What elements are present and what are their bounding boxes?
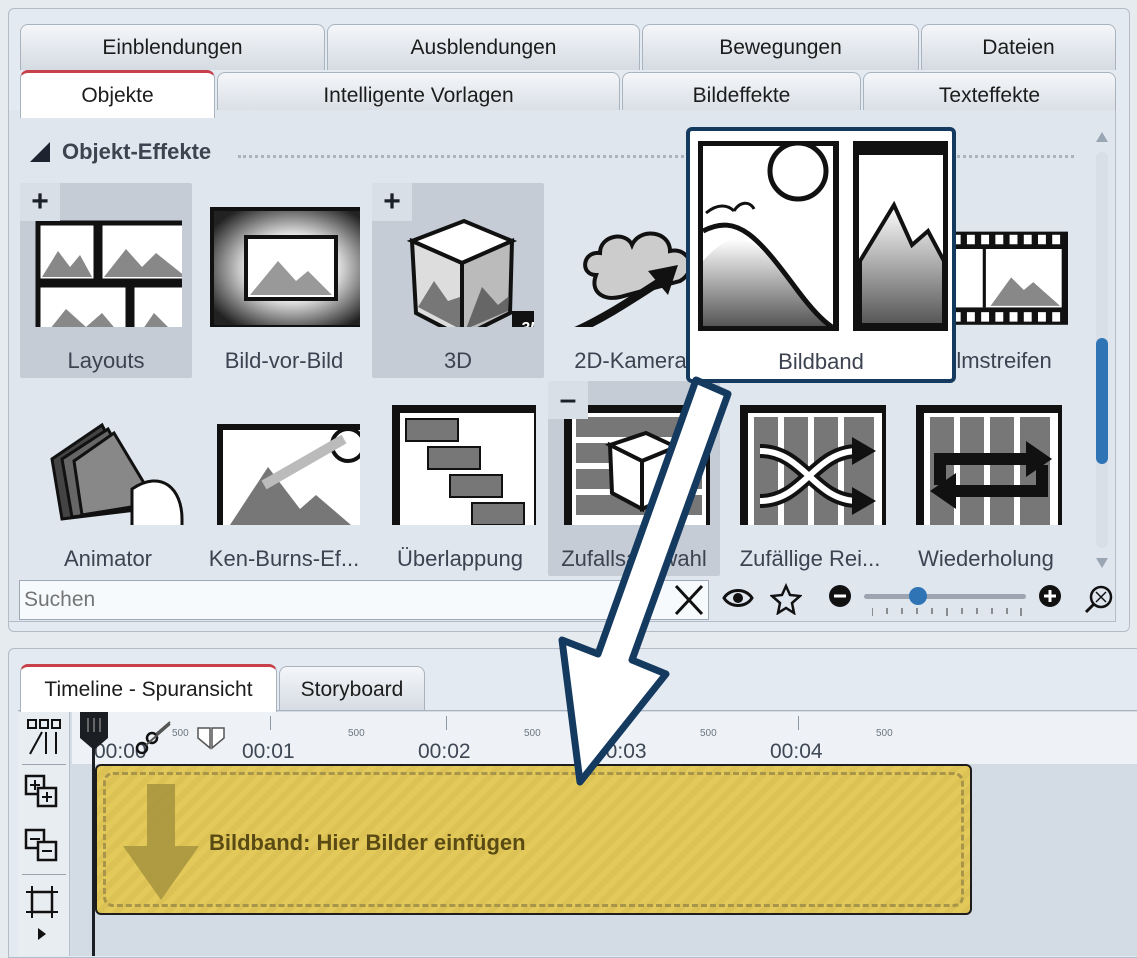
ruler-sub-label: 500 bbox=[524, 728, 541, 739]
tools-divider bbox=[22, 764, 66, 765]
tile-label: Layouts bbox=[67, 348, 145, 373]
ruler-sub-label: 500 bbox=[172, 728, 189, 739]
time-label: 00:04 bbox=[770, 740, 823, 763]
snap-grid-icon[interactable] bbox=[26, 718, 62, 756]
bildband-icon bbox=[698, 141, 948, 331]
tile-ken-burns[interactable]: Ken-Burns-Ef... bbox=[198, 381, 370, 576]
section-title: Objekt-Effekte bbox=[62, 139, 212, 164]
fit-timeline-icon[interactable] bbox=[24, 884, 60, 920]
tile-3d[interactable]: 3D + 3D bbox=[372, 183, 544, 378]
tab-objekte[interactable]: Objekte bbox=[20, 70, 215, 118]
ruler-tick bbox=[798, 716, 799, 730]
clip-label: Bildband: Hier Bilder einfügen bbox=[209, 830, 526, 855]
add-track-icon[interactable] bbox=[24, 774, 60, 810]
zoom-slider-track[interactable] bbox=[864, 594, 1026, 599]
tab-dateien[interactable]: Dateien bbox=[921, 24, 1116, 70]
favorite-star-icon[interactable] bbox=[770, 583, 802, 615]
tile-animator[interactable]: Animator bbox=[22, 381, 194, 576]
effects-scrollbar[interactable] bbox=[1094, 128, 1110, 568]
marker-icon[interactable] bbox=[196, 726, 226, 750]
ruler-tick bbox=[446, 716, 447, 730]
ken-burns-icon bbox=[217, 424, 360, 525]
time-label: 00:01 bbox=[242, 740, 295, 763]
track-tools bbox=[18, 712, 70, 956]
tile-label: Animator bbox=[63, 546, 153, 571]
time-label: 00:02 bbox=[418, 740, 471, 763]
remove-track-icon[interactable] bbox=[24, 828, 60, 864]
flipbook-icon bbox=[50, 422, 184, 525]
section-header[interactable]: Objekt-Effekte bbox=[30, 137, 211, 167]
tile-ueberlappung[interactable]: Überlappung bbox=[374, 381, 546, 576]
ruler-sub-label: 500 bbox=[876, 728, 893, 739]
zoom-slider-ticks bbox=[872, 608, 1022, 616]
tab-einblendungen[interactable]: Einblendungen bbox=[20, 24, 325, 70]
tile-label: Wiederholung bbox=[918, 546, 1054, 571]
ruler-tick bbox=[270, 716, 271, 730]
tab-ausblendungen[interactable]: Ausblendungen bbox=[327, 24, 640, 70]
tile-wiederholung[interactable]: Wiederholung bbox=[900, 381, 1072, 576]
shuffle-icon bbox=[740, 405, 886, 525]
tab-bewegungen[interactable]: Bewegungen bbox=[642, 24, 919, 70]
expand-plus-icon[interactable]: + bbox=[20, 183, 60, 221]
tile-label: 3D bbox=[443, 348, 473, 373]
tools-divider bbox=[22, 874, 66, 875]
overlap-icon bbox=[392, 405, 536, 525]
zoom-in-icon[interactable] bbox=[1038, 584, 1062, 608]
tile-label: Bild-vor-Bild bbox=[224, 348, 344, 373]
tab-timeline-spuransicht[interactable]: Timeline - Spuransicht bbox=[20, 664, 277, 712]
expand-arrow-icon[interactable] bbox=[38, 928, 46, 940]
tab-storyboard[interactable]: Storyboard bbox=[279, 666, 425, 712]
ruler-sub-label: 500 bbox=[348, 728, 365, 739]
scroll-thumb[interactable] bbox=[1096, 338, 1108, 464]
playhead-handle[interactable] bbox=[78, 712, 110, 752]
zoom-slider-knob[interactable] bbox=[909, 587, 927, 605]
zoom-out-icon[interactable] bbox=[828, 584, 852, 608]
scissors-icon[interactable] bbox=[134, 720, 172, 756]
repeat-icon bbox=[916, 405, 1062, 525]
scroll-down-icon[interactable] bbox=[1096, 558, 1108, 568]
filmstrip-icon bbox=[948, 231, 1068, 325]
zoom-fit-icon[interactable] bbox=[1084, 584, 1114, 614]
drag-arrow-icon bbox=[558, 376, 732, 786]
expand-plus-icon[interactable]: + bbox=[372, 183, 412, 221]
3d-tag: 3D bbox=[521, 320, 534, 327]
bildband-clip[interactable]: Bildband: Hier Bilder einfügen bbox=[95, 764, 972, 915]
tile-label: Überlappung bbox=[397, 546, 523, 571]
bildband-callout[interactable]: Bildband bbox=[686, 127, 956, 383]
picture-in-picture-icon bbox=[210, 207, 360, 327]
tile-label: Ken-Burns-Ef... bbox=[208, 546, 360, 571]
scroll-up-icon[interactable] bbox=[1096, 132, 1108, 142]
tile-bild-vor-bild[interactable]: Bild-vor-Bild bbox=[198, 183, 370, 378]
tile-layouts[interactable]: + Layouts bbox=[20, 183, 192, 378]
drop-arrow-icon bbox=[123, 784, 199, 900]
collapse-triangle-icon[interactable] bbox=[30, 142, 50, 162]
